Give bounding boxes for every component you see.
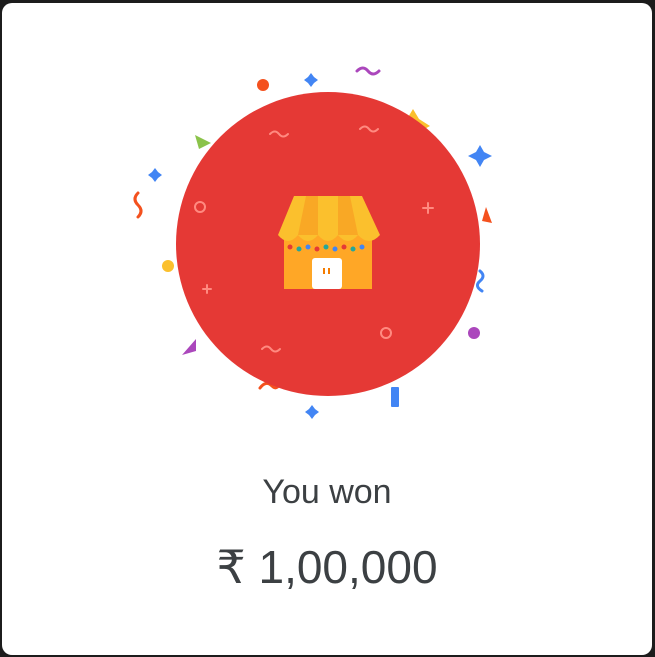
reward-card: You won ₹ 1,00,000 <box>2 3 652 655</box>
confetti-dot <box>257 79 269 91</box>
confetti-sparkle <box>304 73 318 87</box>
confetti-squiggle <box>133 191 143 219</box>
confetti-triangle <box>195 135 211 149</box>
reward-illustration <box>133 66 492 419</box>
confetti-triangle <box>182 339 196 355</box>
won-label: You won <box>262 473 392 511</box>
confetti-sparkle <box>468 145 492 167</box>
confetti-sparkle <box>148 168 162 182</box>
confetti-rectangle <box>391 387 399 407</box>
confetti-squiggle <box>355 66 381 76</box>
shop-door <box>312 258 342 289</box>
won-amount: ₹ 1,00,000 <box>216 541 438 593</box>
confetti-triangle <box>482 207 492 223</box>
confetti-dot <box>468 327 480 339</box>
confetti-dot <box>162 260 174 272</box>
confetti-sparkle <box>305 405 319 419</box>
confetti-squiggle <box>475 269 485 293</box>
storefront-icon <box>278 196 380 289</box>
